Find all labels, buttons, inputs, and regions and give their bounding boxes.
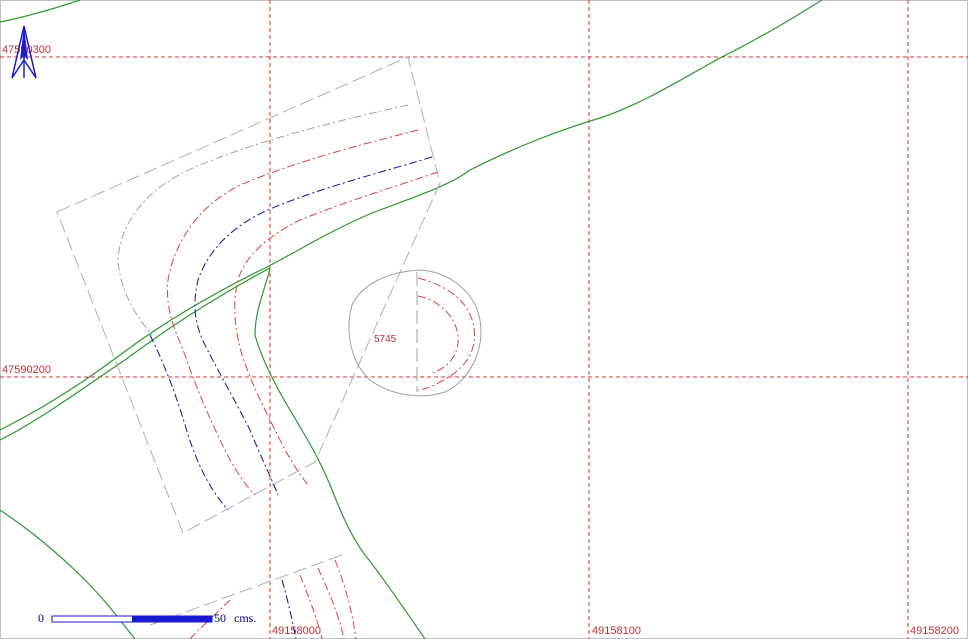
survey-boundary: [56, 56, 441, 534]
grid-lines: [0, 0, 968, 639]
scale-unit-label: cms.: [234, 611, 256, 625]
contour-group-lower: [149, 554, 357, 639]
contour-blue-2: [149, 334, 229, 511]
map-frame: [0, 0, 968, 639]
contour-group-upper: [117, 104, 439, 511]
easting-label-2: 49158100: [592, 625, 641, 637]
terrain-line-descending: [254, 267, 426, 639]
terrain-line-main: [0, 0, 823, 431]
contour-red-2: [234, 171, 439, 486]
contour-red-lower-3: [334, 559, 357, 639]
scale-end-label: 50: [214, 611, 226, 625]
scale-bar: 0 50 cms.: [38, 611, 256, 625]
northing-label-2: 47590200: [2, 364, 51, 376]
terrain-line-secondary: [0, 267, 271, 441]
feature-contour-red-inner: [417, 295, 459, 375]
feature-contour-red: [417, 277, 476, 391]
contour-red-1: [166, 129, 419, 496]
feature-label: 5745: [374, 334, 397, 345]
terrain-lines: [0, 0, 823, 639]
easting-label-1: 49158000: [272, 625, 321, 637]
map-canvas[interactable]: 49158000 49158100 49158200 47590300 4759…: [0, 0, 968, 639]
terrain-line-top-left: [0, 0, 81, 23]
contour-blue-1: [194, 156, 433, 496]
scale-bar-fill: [132, 616, 212, 622]
contour-red-lower-2: [317, 567, 345, 639]
scale-start-label: 0: [38, 611, 44, 625]
easting-label-3: 49158200: [910, 625, 959, 637]
contour-grey-upper: [117, 104, 409, 336]
